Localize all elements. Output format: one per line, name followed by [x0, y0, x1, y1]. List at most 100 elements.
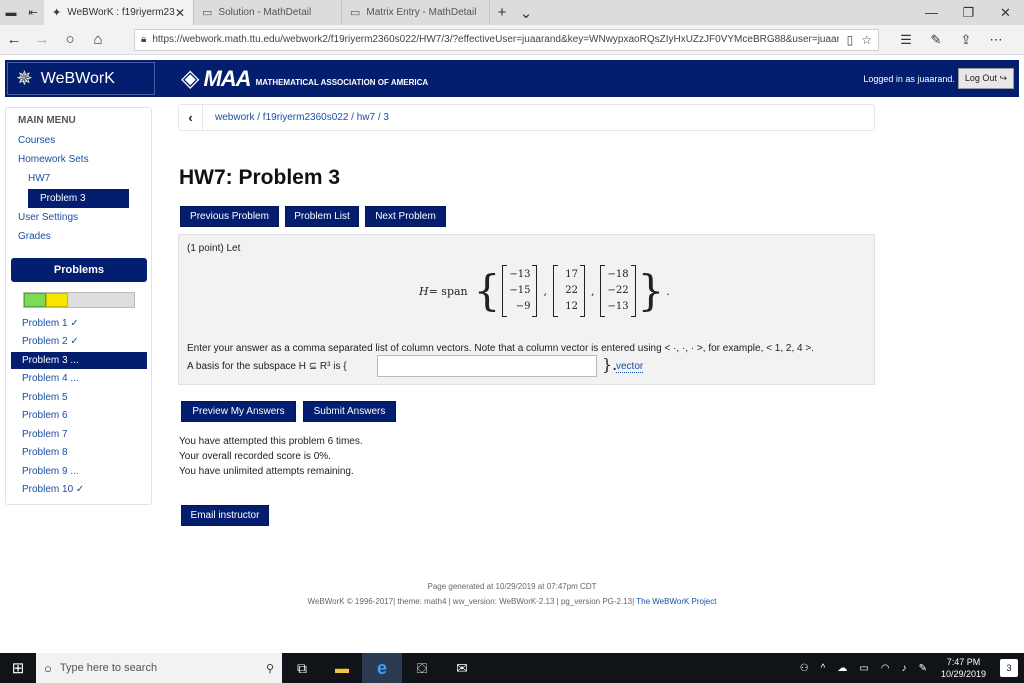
problem-link-4[interactable]: Problem 4 ...: [22, 373, 79, 384]
volume-icon[interactable]: ♪: [902, 663, 907, 674]
sidebar-item-grades[interactable]: Grades: [18, 231, 51, 242]
problem-link-8[interactable]: Problem 8: [22, 447, 68, 458]
span-expression: H = span { −13 −15 −9 , 17 22 12 , −18 −…: [419, 265, 670, 317]
problem-link-3[interactable]: Problem 3 ...: [11, 352, 147, 369]
store-icon[interactable]: ⛋: [402, 653, 442, 683]
file-explorer-icon[interactable]: ▬: [322, 653, 362, 683]
webwork-project-link[interactable]: The WeBWorK Project: [636, 597, 716, 606]
close-brace: }: [637, 266, 665, 315]
answer-brace-close: }.: [602, 355, 618, 374]
vector-1: −13 −15 −9: [502, 265, 538, 317]
edge-icon[interactable]: e: [362, 653, 402, 683]
vector-help-link[interactable]: vector: [616, 361, 644, 373]
task-view-icon[interactable]: ⧉: [282, 653, 322, 683]
favorites-icon[interactable]: ☰: [891, 32, 921, 48]
footer-meta: WeBWorK © 1996-2017| theme: math4 | ww_v…: [0, 597, 1024, 606]
vector-entry: 22: [565, 285, 578, 296]
refresh-icon[interactable]: ○: [56, 31, 84, 48]
logout-button[interactable]: Log Out ↪: [957, 68, 1014, 89]
chevron-left-icon[interactable]: ‹: [179, 105, 203, 130]
logout-label: Log Out: [964, 73, 997, 83]
sidebar-item-homework-sets[interactable]: Homework Sets: [18, 154, 89, 165]
vector-entry: 12: [565, 301, 578, 312]
favorite-star-icon[interactable]: ☆: [861, 33, 872, 47]
notification-icon[interactable]: 3: [1000, 659, 1018, 677]
problem-link-5[interactable]: Problem 5: [22, 392, 68, 403]
sidebar-item-user-settings[interactable]: User Settings: [18, 212, 78, 223]
new-tab-icon[interactable]: +: [490, 0, 514, 25]
progress-bar: [23, 292, 135, 308]
problem-instructions: Enter your answer as a comma separated l…: [187, 343, 814, 354]
period: .: [666, 284, 670, 298]
vector-entry: −9: [515, 301, 531, 312]
problem-link-9[interactable]: Problem 9 ...: [22, 466, 79, 477]
pen-icon[interactable]: ✎: [921, 32, 951, 48]
minimize-icon[interactable]: —: [913, 0, 950, 25]
vector-entry: −13: [607, 301, 629, 312]
more-icon[interactable]: ⋯: [981, 32, 1011, 48]
answer-input[interactable]: [377, 355, 597, 377]
date: 10/29/2019: [940, 669, 986, 679]
taskbar-search[interactable]: ○ Type here to search ⚲: [36, 653, 282, 683]
mail-icon[interactable]: ✉: [442, 653, 482, 683]
chevron-up-icon[interactable]: ^: [821, 663, 826, 674]
url-field[interactable]: 🔒︎ https://webwork.math.ttu.edu/webwork2…: [134, 28, 879, 51]
chevron-down-icon[interactable]: ⌄: [514, 0, 538, 25]
previous-problem-button[interactable]: Previous Problem: [180, 206, 279, 227]
problem-link-10[interactable]: Problem 10 ✓: [22, 484, 84, 495]
microphone-icon[interactable]: ⚲: [266, 662, 274, 675]
reading-view-icon[interactable]: ▯: [847, 33, 854, 47]
sidebar-item-problem3[interactable]: Problem 3: [28, 189, 129, 208]
close-icon[interactable]: ✕: [175, 6, 185, 20]
next-problem-button[interactable]: Next Problem: [365, 206, 446, 227]
time: 7:47 PM: [946, 657, 981, 667]
wifi-icon[interactable]: ◠: [881, 663, 890, 674]
sidebar-item-courses[interactable]: Courses: [18, 135, 55, 146]
page-generated: Page generated at 10/29/2019 at 07:47pm …: [427, 582, 597, 591]
problem-list-button[interactable]: Problem List: [285, 206, 359, 227]
progress-correct: [24, 293, 46, 307]
share-icon[interactable]: ⇪: [951, 32, 981, 48]
tab-webwork[interactable]: ✦ WeBWorK : f19riyerm23 ✕: [44, 0, 194, 25]
search-icon: ○: [44, 660, 52, 676]
preview-answers-button[interactable]: Preview My Answers: [181, 401, 296, 422]
url-text: https://webwork.math.ttu.edu/webwork2/f1…: [152, 34, 839, 45]
battery-icon[interactable]: ▭: [859, 663, 868, 674]
page-title: HW7: Problem 3: [179, 166, 341, 189]
problem-link-7[interactable]: Problem 7: [22, 429, 68, 440]
windows-start-icon[interactable]: ⊞: [0, 659, 36, 677]
restore-icon[interactable]: ❐: [950, 0, 987, 25]
browser-toolbar: ☰ ✎ ⇪ ⋯: [891, 32, 1011, 48]
problem-link-1[interactable]: Problem 1 ✓: [22, 318, 79, 329]
pen-workspace-icon[interactable]: ✎: [919, 663, 927, 674]
breadcrumb-path[interactable]: webwork / f19riyerm2360s022 / hw7 / 3: [215, 112, 389, 123]
webwork-brand[interactable]: ✵ WeBWorK: [7, 62, 155, 95]
problem-link-6[interactable]: Problem 6: [22, 410, 68, 421]
tab-list-icon[interactable]: ▬: [0, 0, 22, 25]
onedrive-icon[interactable]: ☁: [837, 663, 847, 674]
comma: ,: [543, 284, 547, 298]
clock[interactable]: 7:47 PM 10/29/2019: [941, 656, 986, 680]
people-icon[interactable]: ⚇: [800, 663, 809, 674]
close-window-icon[interactable]: ✕: [987, 0, 1024, 25]
sidebar-item-hw7[interactable]: HW7: [28, 173, 50, 184]
vector-entry: −15: [509, 285, 531, 296]
open-brace: {: [473, 266, 501, 315]
windows-taskbar: ⊞ ○ Type here to search ⚲ ⧉ ▬ e ⛋ ✉ ⚇ ^ …: [0, 653, 1024, 683]
vector-3: −18 −22 −13: [600, 265, 636, 317]
search-placeholder: Type here to search: [59, 662, 158, 674]
forward-icon[interactable]: →: [28, 31, 56, 48]
submit-answers-button[interactable]: Submit Answers: [303, 401, 396, 422]
back-icon[interactable]: ←: [0, 31, 28, 48]
maa-logo[interactable]: ◈ MAA MATHEMATICAL ASSOCIATION OF AMERIC…: [181, 64, 428, 93]
tab-matrix-entry[interactable]: ▭ Matrix Entry - MathDetail: [342, 0, 490, 25]
tab-solution[interactable]: ▭ Solution - MathDetail: [194, 0, 342, 25]
maa-subtitle: MATHEMATICAL ASSOCIATION OF AMERICA: [255, 78, 429, 87]
browser-tabbar: ▬ ⇤ ✦ WeBWorK : f19riyerm23 ✕ ▭ Solution…: [0, 0, 1024, 25]
problem-link-2[interactable]: Problem 2 ✓: [22, 336, 79, 347]
home-icon[interactable]: ⌂: [84, 31, 112, 48]
email-instructor-button[interactable]: Email instructor: [181, 505, 269, 526]
tab-title: WeBWorK : f19riyerm23: [67, 7, 175, 18]
tab-back-icon[interactable]: ⇤: [22, 0, 44, 25]
maa-text: MAA: [203, 65, 251, 91]
